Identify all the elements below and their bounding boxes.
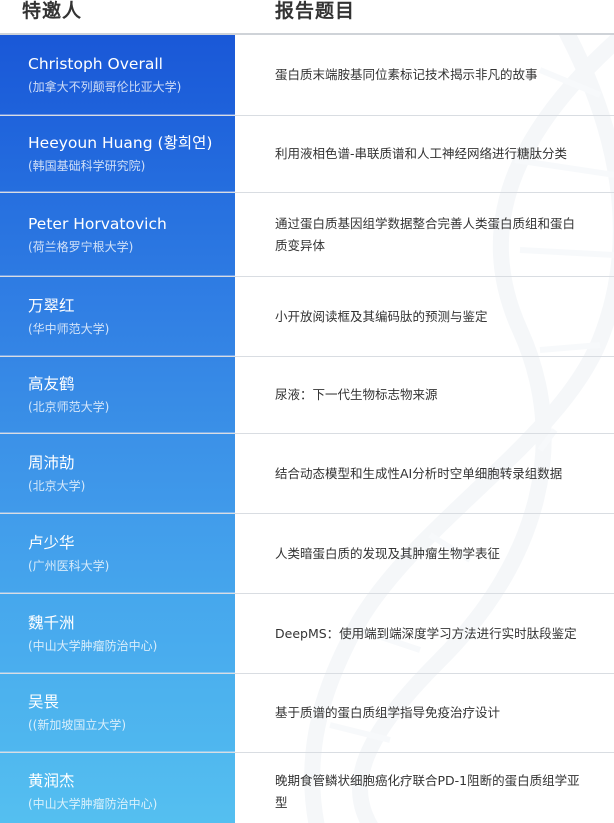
speaker-cell: 周沛劼 (北京大学)	[0, 434, 235, 513]
table-row: 万翠红 (华中师范大学) 小开放阅读框及其编码肽的预测与鉴定	[0, 277, 614, 357]
report-topic: 基于质谱的蛋白质组学指导免疫治疗设计	[275, 705, 501, 720]
report-topic: DeepMS：使用端到端深度学习方法进行实时肽段鉴定	[275, 625, 577, 641]
report-topic: 结合动态模型和生成性AI分析时空单细胞转录组数据	[275, 465, 563, 481]
speaker-name: 高友鹤	[28, 375, 75, 393]
topic-cell: 尿液：下一代生物标志物来源	[235, 357, 614, 433]
speaker-name: 万翠红	[28, 296, 75, 315]
speaker-affiliation: (韩国基础科学研究院)	[28, 159, 146, 173]
table-row: 吴畏 ((新加坡国立大学) 基于质谱的蛋白质组学指导免疫治疗设计	[0, 674, 614, 753]
topic-column-header: 报告题目	[275, 0, 356, 22]
speaker-cell: Peter Horvatovich (荷兰格罗宁根大学)	[0, 193, 235, 276]
speaker-name: 卢少华	[28, 533, 75, 552]
speaker-affiliation: (广州医科大学)	[28, 558, 110, 573]
speaker-cell: Heeyoun Huang (황희연) (韩国基础科学研究院)	[0, 116, 235, 192]
speaker-cell: 高友鹤 (北京师范大学)	[0, 357, 235, 433]
speaker-name: 吴畏	[28, 693, 60, 711]
speaker-affiliation: (北京师范大学)	[28, 400, 110, 414]
speaker-affiliation: (中山大学肿瘤防治中心)	[28, 797, 158, 811]
speaker-name: 魏千洲	[28, 613, 75, 632]
table-row: 周沛劼 (北京大学) 结合动态模型和生成性AI分析时空单细胞转录组数据	[0, 434, 614, 514]
table-row: 卢少华 (广州医科大学) 人类暗蛋白质的发现及其肿瘤生物学表征	[0, 514, 614, 594]
table-row: 魏千洲 (中山大学肿瘤防治中心) DeepMS：使用端到端深度学习方法进行实时肽…	[0, 594, 614, 674]
speaker-name: 黄润杰	[28, 772, 75, 790]
speaker-affiliation: (加拿大不列颠哥伦比亚大学)	[28, 80, 182, 94]
speaker-name: 周沛劼	[28, 453, 75, 472]
speaker-name: Heeyoun Huang (황희연)	[28, 134, 213, 152]
speaker-affiliation: (中山大学肿瘤防治中心)	[28, 638, 158, 653]
topic-cell: DeepMS：使用端到端深度学习方法进行实时肽段鉴定	[235, 594, 614, 673]
topic-cell: 晚期食管鳞状细胞癌化疗联合PD-1阻断的蛋白质组学亚型	[235, 753, 614, 823]
page: 特邀人 报告题目 Christoph Overall (加拿大不列颠哥伦比亚大学…	[0, 0, 614, 823]
topic-cell: 蛋白质末端胺基同位素标记技术揭示非凡的故事	[235, 35, 614, 115]
speaker-cell: 吴畏 ((新加坡国立大学)	[0, 674, 235, 752]
speaker-affiliation: (华中师范大学)	[28, 321, 110, 336]
topic-cell: 结合动态模型和生成性AI分析时空单细胞转录组数据	[235, 434, 614, 513]
report-topic: 晚期食管鳞状细胞癌化疗联合PD-1阻断的蛋白质组学亚型	[275, 773, 580, 810]
report-topic: 小开放阅读框及其编码肽的预测与鉴定	[275, 308, 488, 324]
topic-cell: 利用液相色谱-串联质谱和人工神经网络进行糖肽分类	[235, 116, 614, 192]
topic-cell: 小开放阅读框及其编码肽的预测与鉴定	[235, 277, 614, 356]
table-row: Peter Horvatovich (荷兰格罗宁根大学) 通过蛋白质基因组学数据…	[0, 193, 614, 277]
speaker-column-header: 特邀人	[22, 0, 83, 22]
report-topic: 人类暗蛋白质的发现及其肿瘤生物学表征	[275, 545, 501, 561]
table-row: 黄润杰 (中山大学肿瘤防治中心) 晚期食管鳞状细胞癌化疗联合PD-1阻断的蛋白质…	[0, 753, 614, 823]
speaker-affiliation: (荷兰格罗宁根大学)	[28, 239, 134, 254]
report-topic: 利用液相色谱-串联质谱和人工神经网络进行糖肽分类	[275, 146, 568, 161]
table-header: 特邀人 报告题目	[0, 0, 614, 35]
topic-cell: 人类暗蛋白质的发现及其肿瘤生物学表征	[235, 514, 614, 593]
report-topic: 蛋白质末端胺基同位素标记技术揭示非凡的故事	[275, 67, 538, 82]
speaker-table: Christoph Overall (加拿大不列颠哥伦比亚大学) 蛋白质末端胺基…	[0, 35, 614, 823]
table-row: Christoph Overall (加拿大不列颠哥伦比亚大学) 蛋白质末端胺基…	[0, 35, 614, 116]
topic-cell: 通过蛋白质基因组学数据整合完善人类蛋白质组和蛋白质变异体	[235, 193, 614, 276]
table-row: 高友鹤 (北京师范大学) 尿液：下一代生物标志物来源	[0, 357, 614, 434]
topic-cell: 基于质谱的蛋白质组学指导免疫治疗设计	[235, 674, 614, 752]
speaker-cell: 卢少华 (广州医科大学)	[0, 514, 235, 593]
speaker-affiliation: ((新加坡国立大学)	[28, 718, 127, 732]
speaker-cell: 魏千洲 (中山大学肿瘤防治中心)	[0, 594, 235, 673]
speaker-cell: 万翠红 (华中师范大学)	[0, 277, 235, 356]
report-topic: 尿液：下一代生物标志物来源	[275, 387, 438, 402]
speaker-cell: 黄润杰 (中山大学肿瘤防治中心)	[0, 753, 235, 823]
speaker-name: Peter Horvatovich	[28, 214, 167, 233]
speaker-cell: Christoph Overall (加拿大不列颠哥伦比亚大学)	[0, 35, 235, 115]
speaker-affiliation: (北京大学)	[28, 478, 86, 493]
speaker-name: Christoph Overall	[28, 55, 163, 73]
report-topic: 通过蛋白质基因组学数据整合完善人类蛋白质组和蛋白质变异体	[275, 215, 576, 253]
table-row: Heeyoun Huang (황희연) (韩国基础科学研究院) 利用液相色谱-串…	[0, 116, 614, 193]
